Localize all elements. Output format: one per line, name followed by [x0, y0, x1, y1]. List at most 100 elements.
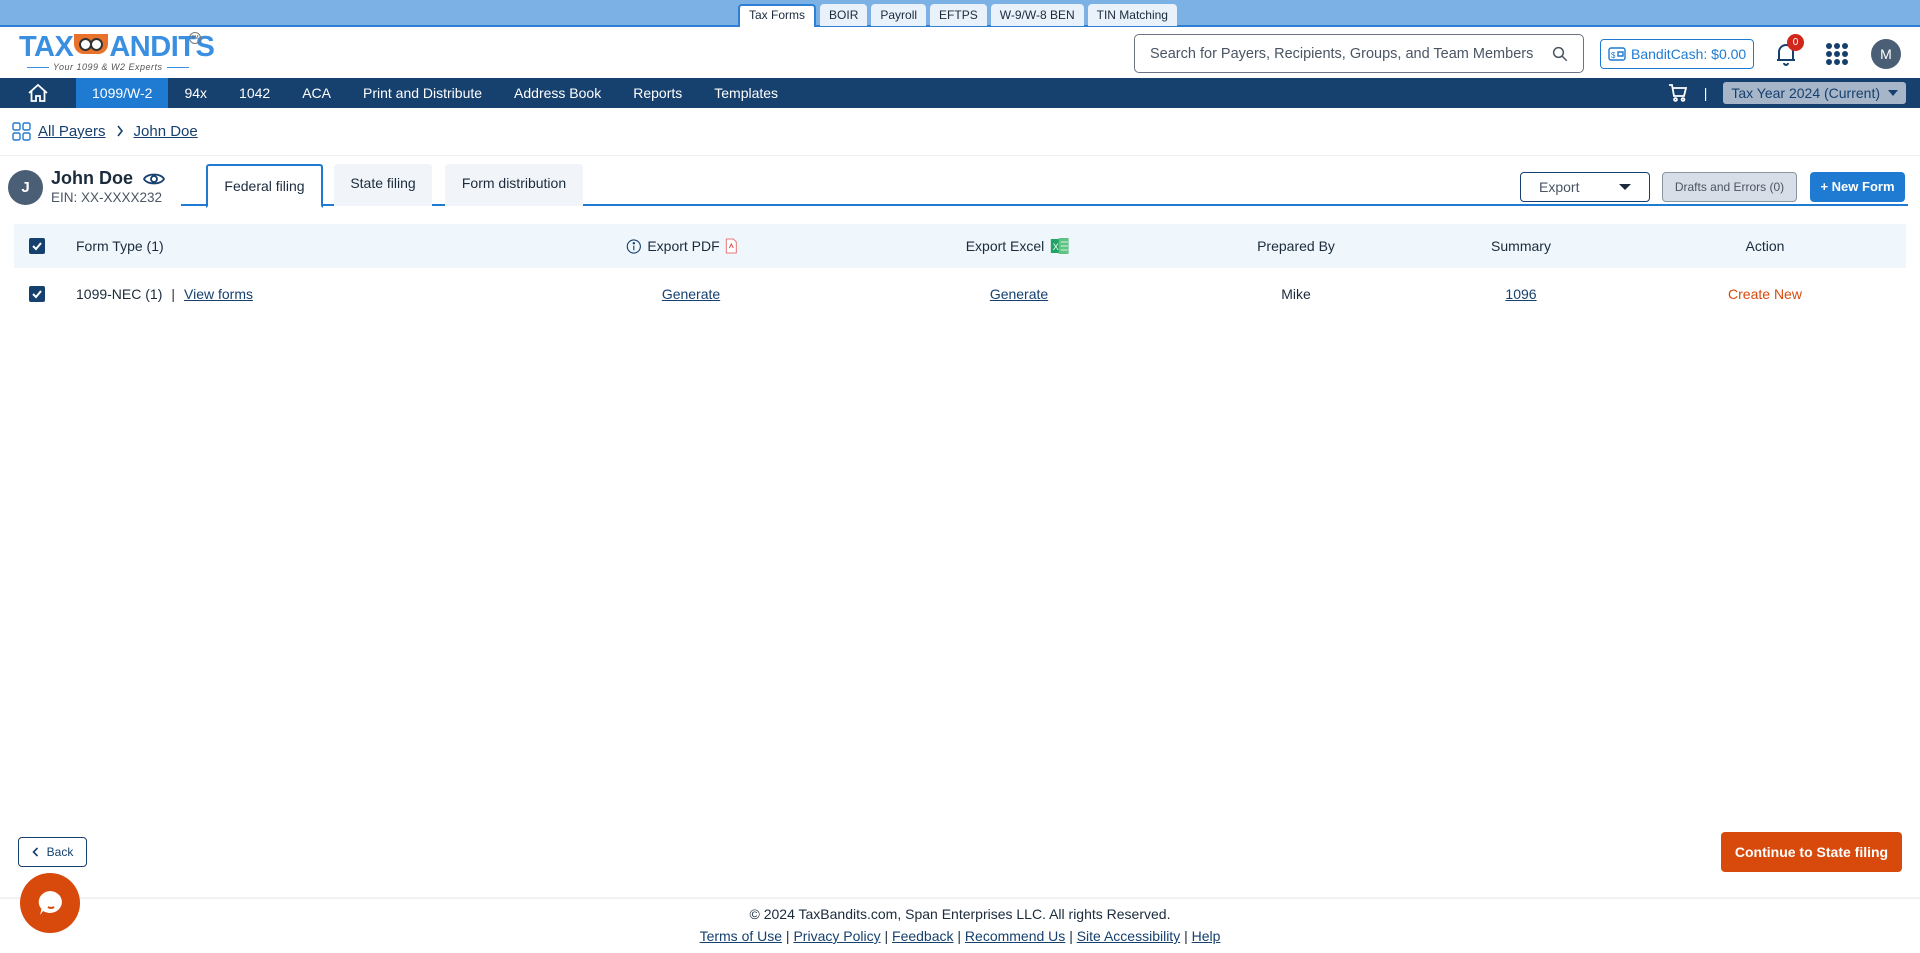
footer: © 2024 TaxBandits.com, Span Enterprises …	[0, 897, 1920, 944]
header-summary: Summary	[1491, 238, 1551, 254]
excel-file-icon: X	[1050, 238, 1069, 254]
generate-pdf-link[interactable]: Generate	[662, 286, 720, 302]
product-tab-payroll[interactable]: Payroll	[871, 4, 927, 26]
home-icon	[28, 83, 48, 102]
payer-ein: EIN: XX-XXXX232	[51, 190, 163, 205]
nav-item-templates[interactable]: Templates	[698, 78, 794, 108]
payer-bar: J John Doe EIN: XX-XXXX232 Federal filin…	[0, 164, 1920, 212]
payer-name-row: John Doe	[51, 168, 166, 189]
chat-bubble-icon	[38, 891, 62, 915]
footer-link-help[interactable]: Help	[1192, 928, 1221, 944]
chat-widget-button[interactable]	[20, 873, 80, 933]
header-export-excel: Export Excel	[965, 238, 1045, 254]
tab-federal-filing[interactable]: Federal filing	[206, 164, 323, 208]
product-tabs: Tax Forms BOIR Payroll EFTPS W-9/W-8 BEN…	[738, 4, 1177, 27]
owl-mask-icon	[74, 34, 109, 54]
row-checkbox[interactable]	[29, 286, 45, 302]
header-prepared-by: Prepared By	[1257, 238, 1335, 254]
product-bar: Tax Forms BOIR Payroll EFTPS W-9/W-8 BEN…	[0, 0, 1920, 27]
header-export-pdf: Export PDF	[647, 238, 720, 254]
product-tab-tin-matching[interactable]: TIN Matching	[1087, 4, 1177, 26]
grid-view-icon[interactable]	[12, 121, 32, 142]
footer-separator: |	[957, 928, 962, 944]
search-input[interactable]	[1150, 45, 1551, 62]
back-button[interactable]: Back	[18, 837, 87, 867]
logo-wordmark: TAX ANDITS	[19, 31, 215, 63]
cart-icon[interactable]	[1668, 84, 1688, 102]
create-new-link[interactable]: Create New	[1728, 286, 1802, 302]
nav-item-1099-w2[interactable]: 1099/W-2	[76, 78, 169, 108]
eye-icon[interactable]	[143, 171, 166, 187]
footer-separator: |	[1069, 928, 1073, 944]
view-forms-link[interactable]: View forms	[184, 286, 253, 302]
logo-tagline: Your 1099 & W2 Experts	[23, 62, 214, 72]
tax-year-dropdown[interactable]: Tax Year 2024 (Current)	[1723, 82, 1906, 104]
chevron-down-icon	[1888, 90, 1898, 96]
select-all-cell	[29, 224, 45, 268]
footer-link-feedback[interactable]: Feedback	[892, 928, 953, 944]
nav-item-1042[interactable]: 1042	[223, 78, 286, 108]
footer-link-recommend[interactable]: Recommend Us	[965, 928, 1065, 944]
row-summary-cell: 1096	[1505, 268, 1536, 320]
info-icon[interactable]	[626, 238, 641, 254]
continue-to-state-filing-button[interactable]: Continue to State filing	[1721, 832, 1902, 872]
pdf-file-icon	[726, 238, 738, 254]
product-tab-w9-w8ben[interactable]: W-9/W-8 BEN	[990, 4, 1084, 26]
nav-item-94x[interactable]: 94x	[168, 78, 223, 108]
search-box	[1134, 34, 1584, 73]
row-form-type-cell: 1099-NEC (1) | View forms	[76, 268, 253, 320]
generate-excel-link[interactable]: Generate	[990, 286, 1048, 302]
summary-1096-link[interactable]: 1096	[1505, 286, 1536, 302]
table-header: Form Type (1) Export PDF Export Excel X …	[14, 224, 1906, 268]
drafts-and-errors-button[interactable]: Drafts and Errors (0)	[1662, 172, 1797, 202]
apps-grid-icon[interactable]	[1826, 43, 1848, 65]
chevron-left-icon	[32, 847, 38, 857]
tab-state-filing[interactable]: State filing	[334, 164, 432, 206]
logo-text-left: TAX	[19, 31, 74, 63]
user-avatar[interactable]: M	[1871, 39, 1901, 69]
check-icon	[32, 290, 42, 299]
select-all-checkbox[interactable]	[29, 238, 45, 254]
taxbandits-logo[interactable]: TAX ANDITS Your 1099 & W2 Experts TM	[19, 31, 215, 72]
copyright-text: © 2024 TaxBandits.com, Span Enterprises …	[749, 906, 1171, 922]
chevron-down-icon	[1619, 184, 1631, 190]
header-export-excel-cell: Export Excel X	[966, 224, 1069, 268]
footer-link-accessibility[interactable]: Site Accessibility	[1077, 928, 1180, 944]
header: TAXANDITS Your 1099 & W2 Experts TM $ Ba…	[0, 27, 1920, 78]
breadcrumb-all-payers[interactable]: All Payers	[38, 123, 106, 140]
footer-link-terms[interactable]: Terms of Use	[700, 928, 782, 944]
export-select-value: Export	[1539, 179, 1580, 195]
product-tab-boir[interactable]: BOIR	[820, 4, 868, 26]
svg-text:X: X	[1052, 242, 1058, 252]
payer-name: John Doe	[51, 168, 134, 188]
footer-separator: |	[1184, 928, 1188, 944]
header-form-type: Form Type (1)	[76, 238, 164, 254]
check-icon	[32, 242, 42, 251]
row-action-cell: Create New	[1728, 268, 1802, 320]
chevron-right-icon	[116, 124, 124, 140]
export-select[interactable]: Export	[1520, 172, 1650, 202]
tab-form-distribution[interactable]: Form distribution	[445, 164, 583, 206]
main-nav: 1099/W-2 94x 1042 ACA Print and Distribu…	[0, 78, 1920, 108]
footer-link-privacy[interactable]: Privacy Policy	[793, 928, 880, 944]
nav-item-reports[interactable]: Reports	[617, 78, 698, 108]
svg-text:$: $	[1611, 51, 1616, 60]
nav-item-address-book[interactable]: Address Book	[498, 78, 617, 108]
footer-separator: |	[884, 928, 889, 944]
footer-links: Terms of Use | Privacy Policy | Feedback…	[0, 928, 1920, 944]
product-tab-tax-forms[interactable]: Tax Forms	[738, 4, 817, 27]
nav-item-print-distribute[interactable]: Print and Distribute	[347, 78, 498, 108]
search-icon[interactable]	[1551, 45, 1569, 63]
header-action: Action	[1745, 238, 1785, 254]
nav-home[interactable]	[0, 78, 76, 108]
bandit-cash-label: BanditCash: $0.00	[1631, 46, 1747, 62]
nav-item-aca[interactable]: ACA	[286, 78, 347, 108]
breadcrumb-john-doe[interactable]: John Doe	[134, 123, 198, 140]
product-tab-eftps[interactable]: EFTPS	[930, 4, 987, 26]
new-form-button[interactable]: + New Form	[1810, 172, 1905, 202]
tax-year-label: Tax Year 2024 (Current)	[1731, 85, 1880, 101]
payer-avatar: J	[8, 170, 43, 205]
bandit-cash-button[interactable]: $ BanditCash: $0.00	[1600, 39, 1755, 69]
row-prepared-by: Mike	[1281, 286, 1311, 302]
trademark-icon: TM	[189, 32, 201, 44]
